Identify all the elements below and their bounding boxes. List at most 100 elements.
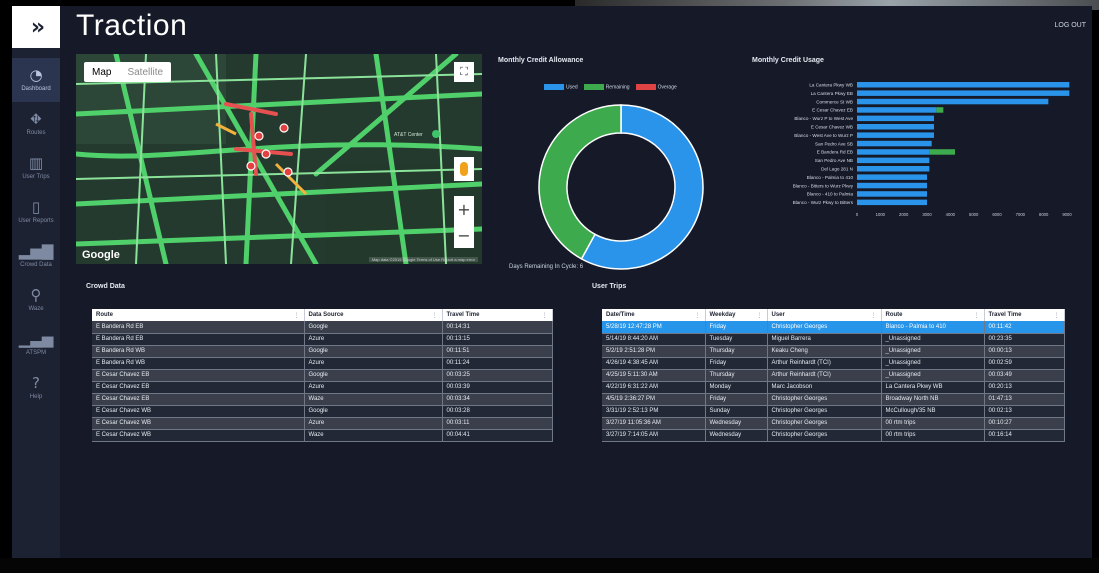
column-header-label: Weekday — [709, 311, 736, 318]
table-row[interactable]: E Bandera Rd EB Azure 00:13:15 — [92, 333, 553, 346]
table-row[interactable]: E Bandera Rd EB Google 00:14:31 — [92, 321, 553, 334]
column-menu-icon[interactable]: ⋮ — [871, 312, 877, 319]
table-row[interactable]: 3/31/19 2:52:13 PM Sunday Christopher Geor… — [602, 405, 1065, 418]
table-row[interactable]: 3/27/19 7:14:05 AM Wednesday Christopher G… — [602, 429, 1065, 442]
map-tab-map[interactable]: Map — [84, 67, 119, 78]
column-menu-icon[interactable]: ⋮ — [974, 312, 980, 319]
zoom-in-button[interactable]: + — [454, 196, 474, 222]
table-cell: E Cesar Chavez EB — [92, 393, 305, 406]
sidebar-item-atspm[interactable]: ▁▃▅ ATSPM — [12, 322, 60, 366]
table-row[interactable]: E Bandera Rd WB Google 00:11:51 — [92, 345, 553, 358]
traffic-map[interactable]: AT&T Center Map Satellite ⛶ + − Google M… — [76, 54, 482, 264]
column-header-label: Date/Time — [606, 311, 635, 318]
table-row[interactable]: 5/28/19 12:47:28 PM Friday Christopher Geo… — [602, 321, 1065, 334]
table-cell: 00:03:49 — [984, 369, 1065, 382]
table-row[interactable]: 4/22/19 6:31:22 AM Monday Marc Jacobson La … — [602, 381, 1065, 394]
table-row[interactable]: 5/14/19 8:44:20 AM Tuesday Miguel Barrera _… — [602, 333, 1065, 346]
map-tab-satellite[interactable]: Satellite — [119, 67, 171, 78]
legend-item-used[interactable]: Used — [544, 84, 578, 90]
legend-item-remaining[interactable]: Remaining — [583, 84, 630, 90]
table-cell: 00:16:14 — [984, 429, 1065, 442]
table-cell: 00:11:42 — [984, 321, 1065, 334]
table-cell: E Cesar Chavez EB — [92, 381, 305, 394]
column-header[interactable]: Weekday ⋮ — [705, 309, 768, 321]
table-row[interactable]: E Cesar Chavez WB Waze 00:04:41 — [92, 429, 553, 442]
column-menu-icon[interactable]: ⋮ — [294, 312, 300, 319]
x-tick-label: 9000 — [1062, 212, 1072, 217]
table-cell: 00:11:24 — [442, 357, 553, 370]
table-cell: McCullough/35 NB — [881, 405, 985, 418]
x-tick-label: 4000 — [946, 212, 956, 217]
app-logo[interactable]: » — [12, 6, 60, 48]
table-row[interactable]: 4/26/19 4:38:45 AM Friday Arthur Reinhardt… — [602, 357, 1065, 370]
table-cell: Thursday — [705, 345, 768, 358]
table-cell: Google — [304, 345, 443, 358]
x-tick-label: 0 — [856, 212, 859, 217]
logout-link[interactable]: LOG OUT — [1054, 22, 1086, 29]
fullscreen-icon[interactable]: ⛶ — [454, 62, 474, 82]
usage-bar — [857, 107, 937, 113]
table-row[interactable]: E Bandera Rd WB Azure 00:11:24 — [92, 357, 553, 370]
table-row[interactable]: 5/2/19 2:51:28 PM Thursday Keaku Cheng _Una… — [602, 345, 1065, 358]
table-cell: E Cesar Chavez WB — [92, 417, 305, 430]
column-header[interactable]: Date/Time ⋮ — [602, 309, 706, 321]
map-attribution[interactable]: Map data ©2019 Google Terms of Use Repor… — [368, 257, 478, 262]
column-header-label: Route — [96, 311, 113, 318]
column-header[interactable]: Route ⋮ — [881, 309, 985, 321]
table-cell: Thursday — [705, 369, 768, 382]
usage-bar — [936, 107, 944, 113]
street-view-pegman-icon[interactable] — [454, 157, 474, 181]
table-row[interactable]: E Cesar Chavez EB Waze 00:03:34 — [92, 393, 553, 406]
table-row[interactable]: 4/5/19 2:36:27 PM Friday Christopher Georg… — [602, 393, 1065, 406]
column-menu-icon[interactable]: ⋮ — [1054, 312, 1060, 319]
legend-item-overage[interactable]: Overage — [635, 84, 677, 90]
user-trips-title: User Trips — [592, 283, 627, 290]
column-menu-icon[interactable]: ⋮ — [757, 312, 763, 319]
sidebar-item-routes[interactable]: ⛖ Routes — [12, 102, 60, 146]
table-cell: E Cesar Chavez WB — [92, 429, 305, 442]
usage-bar — [857, 182, 927, 189]
sidebar-item-help[interactable]: ? Help — [12, 366, 60, 410]
column-header[interactable]: Travel Time ⋮ — [442, 309, 553, 321]
zoom-out-button[interactable]: − — [454, 222, 474, 248]
logo-chevrons-icon: » — [30, 14, 45, 40]
column-header[interactable]: Data Source ⋮ — [304, 309, 443, 321]
sidebar-item-crowd-data[interactable]: ▂▅▇ Crowd Data — [12, 234, 60, 278]
table-cell: 00:02:13 — [984, 405, 1065, 418]
sidebar-item-label: User Reports — [18, 217, 54, 224]
table-cell: Arthur Reinhardt (TCI) — [767, 357, 882, 370]
sidebar-item-dashboard[interactable]: ◔ Dashboard — [12, 58, 60, 102]
crowd-data-title: Crowd Data — [86, 283, 125, 290]
column-menu-icon[interactable]: ⋮ — [695, 312, 701, 319]
sidebar-nav: ◔ Dashboard ⛖ Routes ▥ User Trips ▯ User Report… — [12, 58, 60, 410]
table-cell: Waze — [304, 429, 443, 442]
bar-category-label: San Pedro Ave NB — [815, 158, 853, 163]
column-header[interactable]: User ⋮ — [767, 309, 882, 321]
sidebar-item-waze[interactable]: ⚲ Waze — [12, 278, 60, 322]
x-tick-label: 3000 — [922, 212, 932, 217]
column-menu-icon[interactable]: ⋮ — [542, 312, 548, 319]
table-cell: Christopher Georges — [767, 417, 882, 430]
bar-category-label: La Cantera Pkwy EB — [811, 91, 853, 96]
zoom-controls: + − — [454, 196, 474, 248]
column-header[interactable]: Travel Time ⋮ — [984, 309, 1065, 321]
table-row[interactable]: E Cesar Chavez EB Google 00:03:25 — [92, 369, 553, 382]
usage-bar — [929, 149, 955, 155]
sidebar-item-user-reports[interactable]: ▯ User Reports — [12, 190, 60, 234]
table-cell: 3/31/19 2:52:13 PM — [602, 405, 706, 418]
table-row[interactable]: 3/27/19 11:05:36 AM Wednesday Christopher … — [602, 417, 1065, 430]
bar-category-label: Blanco - West Ave to Wurz P — [794, 133, 853, 138]
table-row[interactable]: E Cesar Chavez EB Azure 00:03:39 — [92, 381, 553, 394]
column-menu-icon[interactable]: ⋮ — [432, 312, 438, 319]
table-row[interactable]: E Cesar Chavez WB Google 00:03:28 — [92, 405, 553, 418]
help-icon: ? — [32, 374, 40, 393]
column-header[interactable]: Route ⋮ — [92, 309, 305, 321]
table-cell: 00:03:28 — [442, 405, 553, 418]
table-cell: E Bandera Rd EB — [92, 321, 305, 334]
bar-category-label: Blanco - Wurz Pkwy to Bitters — [793, 200, 854, 205]
table-cell: 00:11:51 — [442, 345, 553, 358]
sidebar-item-user-trips[interactable]: ▥ User Trips — [12, 146, 60, 190]
table-row[interactable]: E Cesar Chavez WB Azure 00:03:11 — [92, 417, 553, 430]
crowd-data-table: Route ⋮ Data Source ⋮ Travel Time ⋮ E Bandera… — [92, 309, 553, 442]
table-row[interactable]: 4/25/19 5:11:30 AM Thursday Arthur Reinhar… — [602, 369, 1065, 382]
